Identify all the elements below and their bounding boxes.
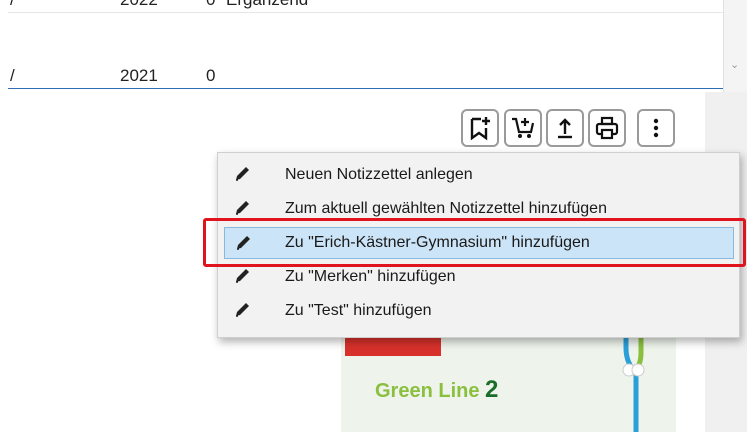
book-volume: 2: [485, 376, 499, 403]
add-to-cart-button[interactable]: [504, 109, 542, 147]
bookmark-plus-icon: [470, 117, 490, 141]
pencil-icon: [236, 303, 249, 317]
table-row[interactable]: / 2021 0: [8, 50, 723, 92]
row-cell-a: /: [10, 66, 15, 85]
row-cell-label: Ergänzend: [226, 0, 308, 10]
table-row[interactable]: / 2022 0 Ergänzend: [8, 0, 723, 13]
print-button[interactable]: [588, 109, 626, 147]
pencil-icon: [236, 201, 249, 215]
annotation-highlight-box: [203, 218, 746, 267]
results-list: / 2022 0 Ergänzend / 2021 0: [0, 0, 723, 90]
row-cell-year: 2021: [120, 66, 158, 85]
row-cell-a: /: [10, 0, 15, 10]
add-bookmark-button[interactable]: [461, 109, 499, 147]
book-title: Green Line 2: [375, 376, 498, 404]
menu-item-label: Neuen Notizzettel anlegen: [285, 166, 473, 183]
row-cell-year: 2022: [120, 0, 158, 10]
book-title-text: Green Line: [375, 380, 480, 402]
menu-item-label: Zum aktuell gewählten Notizzettel hinzuf…: [285, 200, 607, 217]
export-button[interactable]: [546, 109, 584, 147]
row-cell-count: 0: [206, 66, 216, 85]
more-options-button[interactable]: [637, 109, 675, 147]
chevron-down-icon[interactable]: ⌄: [730, 58, 739, 71]
pencil-icon: [236, 167, 249, 181]
more-vertical-icon: [653, 118, 659, 138]
menu-item-new-note[interactable]: Neuen Notizzettel anlegen: [224, 159, 734, 191]
row-cell-count: 0: [206, 0, 215, 10]
upload-icon: [558, 118, 572, 139]
menu-item-add-to-test[interactable]: Zu "Test" hinzufügen: [224, 295, 734, 327]
menu-item-label: Zu "Merken" hinzufügen: [285, 268, 456, 285]
menu-item-label: Zu "Test" hinzufügen: [285, 302, 432, 319]
results-divider: [8, 88, 723, 89]
pencil-icon: [236, 269, 249, 283]
results-scrollbar[interactable]: ⌄: [723, 0, 747, 92]
printer-icon: [595, 116, 619, 140]
cart-plus-icon: [512, 117, 535, 138]
